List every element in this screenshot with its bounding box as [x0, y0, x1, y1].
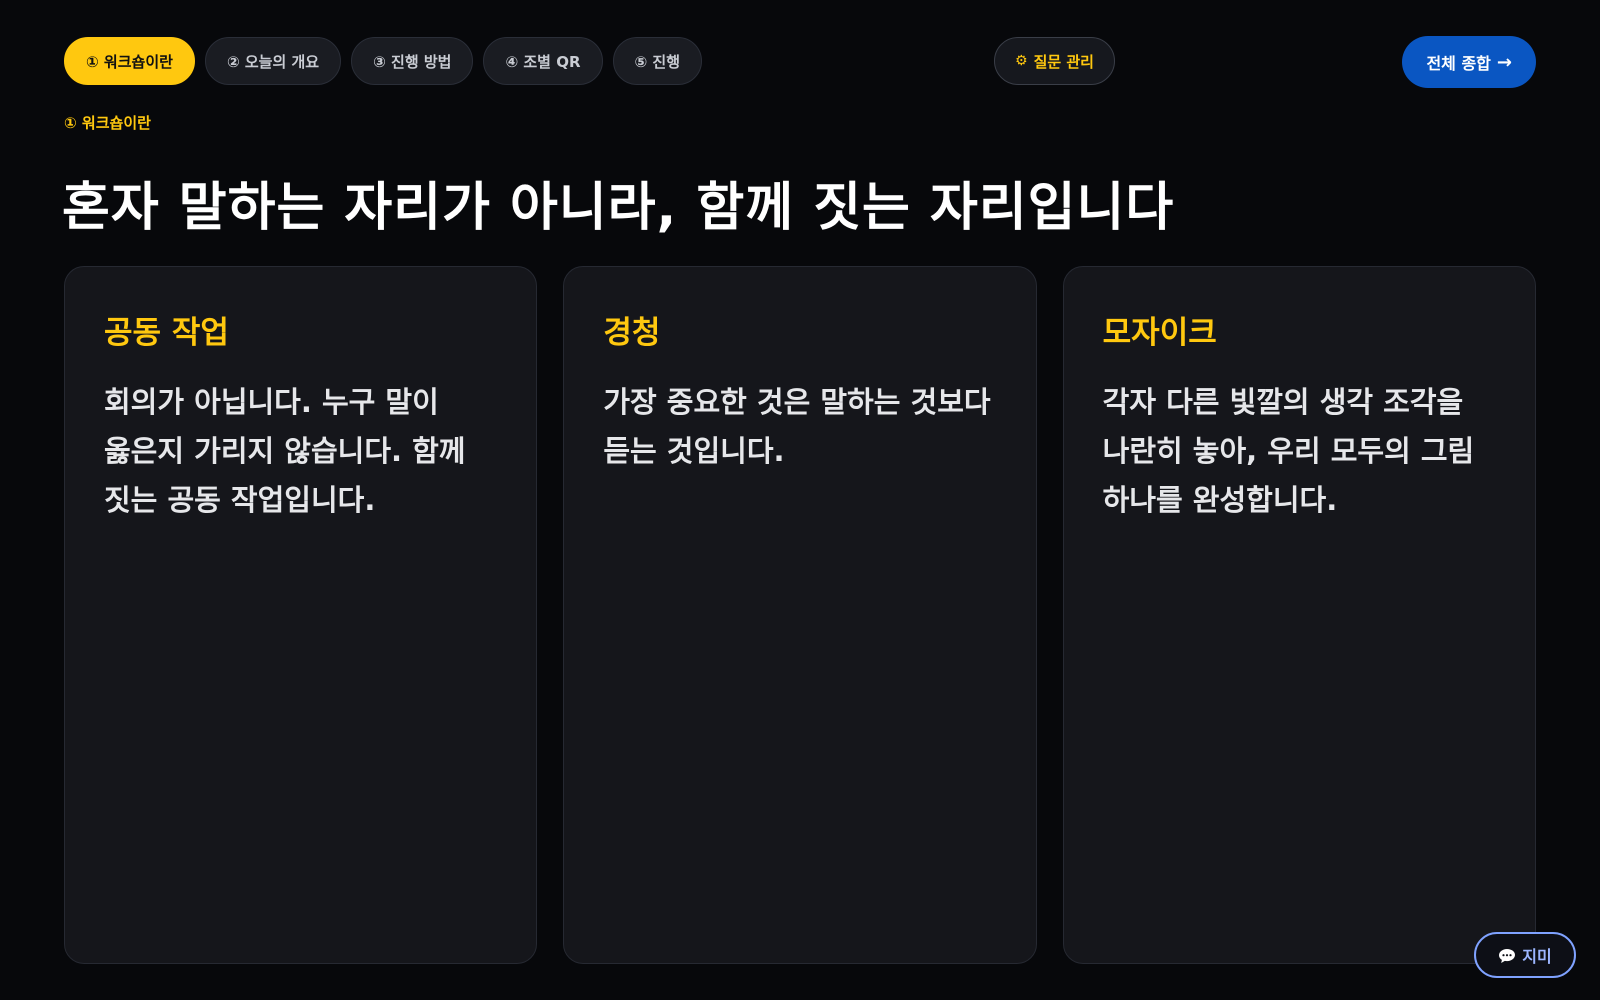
- tab-how-it-works[interactable]: ③ 진행 방법: [351, 37, 474, 85]
- card-body: 가장 중요한 것은 말하는 것보다 듣는 것입니다.: [603, 385, 991, 468]
- workshop-page: ① 워크숍이란 ② 오늘의 개요 ③ 진행 방법 ④ 조별 QR ⑤ 진행 ⚙ …: [0, 0, 1600, 1000]
- assistant-label: 지미: [1522, 947, 1552, 966]
- principle-cards: 공동 작업 회의가 아닙니다. 누구 말이 옳은지 가리지 않습니다. 함께 짓…: [64, 266, 1536, 964]
- overall-summary-button[interactable]: 전체 종합 →: [1402, 36, 1536, 88]
- card-collaboration: 공동 작업 회의가 아닙니다. 누구 말이 옳은지 가리지 않습니다. 함께 짓…: [64, 266, 538, 964]
- card-listening: 경청 가장 중요한 것은 말하는 것보다 듣는 것입니다.: [563, 266, 1037, 964]
- card-body: 회의가 아닙니다. 누구 말이 옳은지 가리지 않습니다. 함께 짓는 공동 작…: [104, 385, 466, 517]
- tab-group-qr[interactable]: ④ 조별 QR: [483, 37, 603, 85]
- tab-todays-overview[interactable]: ② 오늘의 개요: [204, 37, 342, 85]
- chat-bubble-icon: [1498, 948, 1516, 963]
- top-navigation: ① 워크숍이란 ② 오늘의 개요 ③ 진행 방법 ④ 조별 QR ⑤ 진행 ⚙ …: [64, 36, 1536, 88]
- card-title: 공동 작업: [104, 315, 229, 351]
- card-title: 경청: [603, 315, 661, 351]
- arrow-right-icon: →: [1496, 51, 1512, 73]
- page-title: 혼자 말하는 자리가 아니라, 함께 짓는 자리입니다: [62, 178, 1175, 238]
- question-manage-label: 질문 관리: [1033, 52, 1094, 71]
- card-mosaic: 모자이크 각자 다른 빛깔의 생각 조각을 나란히 놓아, 우리 모두의 그림 …: [1062, 266, 1536, 964]
- question-manage-button[interactable]: ⚙ 질문 관리: [994, 37, 1115, 85]
- gear-icon: ⚙: [1015, 53, 1028, 69]
- step-tabs: ① 워크숍이란 ② 오늘의 개요 ③ 진행 방법 ④ 조별 QR ⑤ 진행: [64, 37, 703, 85]
- card-body: 각자 다른 빛깔의 생각 조각을 나란히 놓아, 우리 모두의 그림 하나를 완…: [1102, 385, 1475, 517]
- chat-bubble-svg: [1499, 948, 1516, 963]
- tab-workshop-intro[interactable]: ① 워크숍이란: [64, 37, 195, 85]
- section-label: ① 워크숍이란: [64, 114, 151, 132]
- tab-progress[interactable]: ⑤ 진행: [612, 37, 703, 85]
- assistant-chat-button[interactable]: 지미: [1474, 932, 1576, 978]
- card-title: 모자이크: [1102, 315, 1217, 351]
- overall-summary-label: 전체 종합: [1426, 54, 1491, 73]
